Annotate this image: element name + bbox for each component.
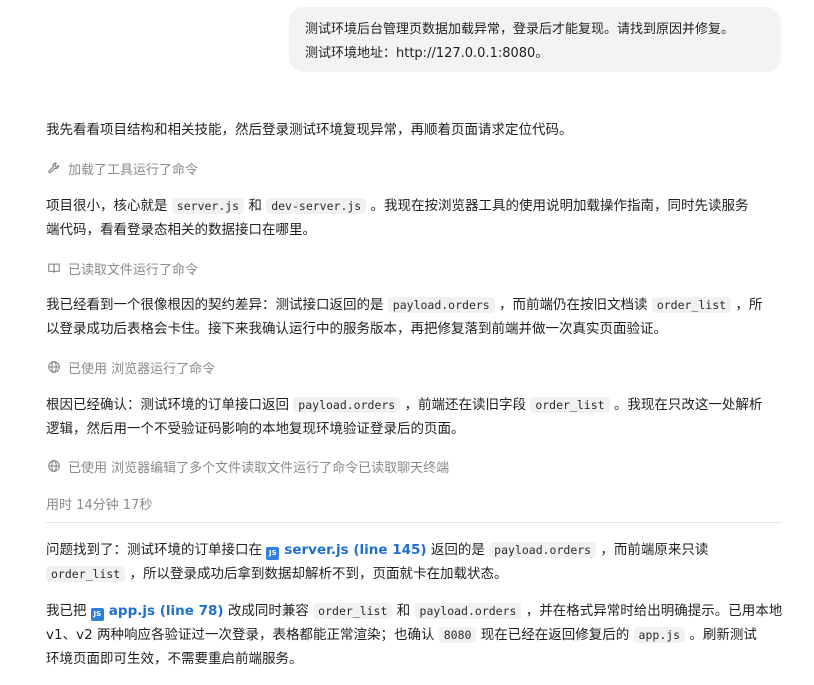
inline-code: order_list	[46, 566, 126, 582]
inline-code: order_list	[530, 397, 610, 413]
js-file-icon: JS	[266, 547, 280, 560]
link-text: app.js (line 78)	[108, 603, 224, 619]
assistant-paragraph: 我已经看到一个很像根因的契约差异：测试接口返回的是 payload.orders…	[46, 293, 786, 341]
file-link-server-js[interactable]: JS server.js (line 145)	[266, 542, 427, 560]
inline-code: order_list	[313, 603, 393, 619]
text: 和	[244, 198, 267, 214]
inline-code: payload.orders	[387, 297, 495, 313]
book-icon	[46, 260, 62, 276]
chat-transcript: 测试环境后台管理页数据加载异常，登录后才能复现。请找到原因并修复。 测试环境地址…	[0, 0, 814, 685]
text: 以登录成功后表格会卡住。接下来我确认运行中的服务版本，再把修复落到前端并做一次真…	[46, 321, 667, 337]
text: ，而前端仍在按旧文档读	[494, 297, 652, 313]
text: ，并在格式异常时给出明确提示。已用本地	[521, 603, 783, 619]
text: 改成同时兼容	[223, 603, 314, 619]
user-message-line: 测试环境后台管理页数据加载异常，登录后才能复现。请找到原因并修复。	[305, 22, 735, 37]
text: ，而前端原来只读	[596, 542, 709, 558]
text: ，前端还在读旧字段	[400, 397, 531, 413]
text: 我已把	[46, 603, 91, 619]
elapsed-time: 用时 14分钟 17秒	[46, 498, 153, 513]
text: 和	[392, 603, 415, 619]
text: 返回的是	[426, 542, 490, 558]
activity-summary-browser[interactable]: 已使用 浏览器运行了命令	[46, 356, 215, 378]
text: ，所	[731, 297, 763, 313]
text: 问题找到了：测试环境的订单接口在	[46, 542, 267, 558]
globe-icon	[46, 359, 62, 375]
user-message-line: 测试环境地址：http://127.0.0.1:8080。	[305, 46, 549, 61]
final-answer-paragraph: 我已把 JS app.js (line 78) 改成同时兼容 order_list…	[46, 599, 786, 671]
text: 端代码，看看登录态相关的数据接口在哪里。	[46, 222, 316, 238]
activity-summary-tools[interactable]: 加载了工具运行了命令	[46, 157, 198, 179]
text: ，所以登录成功后拿到数据却解析不到，页面就卡在加载状态。	[125, 566, 508, 582]
activity-label: 加载了工具运行了命令	[68, 162, 199, 178]
inline-code: order_list	[651, 297, 732, 313]
assistant-paragraph: 根因已经确认：测试环境的订单接口返回 payload.orders ，前端还在读…	[46, 393, 786, 441]
text: 项目很小，核心就是	[46, 198, 172, 214]
text: 根因已经确认：测试环境的订单接口返回	[46, 397, 294, 413]
text: 。我现在只改这一处解析	[609, 397, 763, 413]
inline-code: app.js	[633, 627, 686, 643]
activity-label: 已使用 浏览器编辑了多个文件读取文件运行了命令已读取聊天终端	[68, 460, 450, 476]
activity-label: 已使用 浏览器运行了命令	[68, 361, 216, 377]
inline-code: server.js	[171, 198, 245, 214]
js-file-icon: JS	[90, 608, 104, 621]
assistant-paragraph: 项目很小，核心就是 server.js 和 dev-server.js 。我现在…	[46, 194, 786, 242]
text: 。刷新测试	[685, 627, 757, 643]
inline-code: dev-server.js	[266, 198, 367, 214]
text: 逻辑，然后用一个不受验证码影响的本地复现环境验证登录后的页面。	[46, 421, 465, 437]
inline-code: payload.orders	[293, 397, 401, 413]
activity-label: 已读取文件运行了命令	[68, 262, 199, 278]
inline-code: 8080	[438, 627, 477, 643]
wrench-icon	[46, 160, 62, 176]
activity-summary-multi[interactable]: 已使用 浏览器编辑了多个文件读取文件运行了命令已读取聊天终端	[46, 455, 449, 477]
file-link-app-js[interactable]: JS app.js (line 78)	[90, 603, 224, 621]
activity-summary-read-files[interactable]: 已读取文件运行了命令	[46, 257, 198, 279]
text: 环境页面即可生效，不需要重启前端服务。	[46, 651, 303, 667]
user-message-bubble: 测试环境后台管理页数据加载异常，登录后才能复现。请找到原因并修复。 测试环境地址…	[289, 7, 781, 72]
link-text: server.js (line 145)	[284, 542, 427, 558]
globe-icon	[46, 458, 62, 474]
inline-code: payload.orders	[414, 603, 522, 619]
text: 我已经看到一个很像根因的契约差异：测试接口返回的是	[46, 297, 388, 313]
text: 。我现在按浏览器工具的使用说明加载操作指南，同时先读服务	[366, 198, 749, 214]
divider	[46, 522, 782, 523]
inline-code: payload.orders	[489, 542, 597, 558]
text: 现在已经在返回修复后的	[476, 627, 634, 643]
final-answer-paragraph: 问题找到了：测试环境的订单接口在 JS server.js (line 145) …	[46, 538, 786, 586]
text: v1、v2 两种响应各验证过一次登录，表格都能正常渲染；也确认	[46, 627, 439, 643]
assistant-intro: 我先看看项目结构和相关技能，然后登录测试环境复现异常，再顺着页面请求定位代码。	[46, 122, 573, 138]
